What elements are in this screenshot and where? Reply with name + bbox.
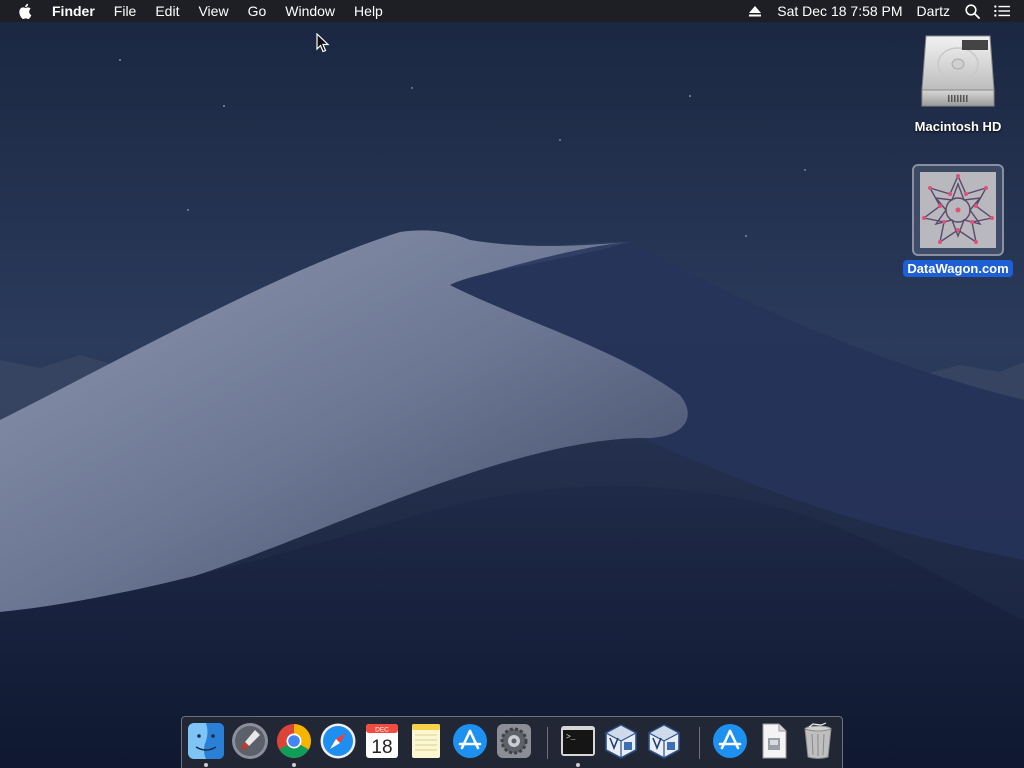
dock-item-app-store[interactable]	[451, 722, 489, 760]
dock-item-document[interactable]	[755, 722, 793, 760]
virtualbox-vm-icon	[647, 724, 681, 759]
dock-item-system-preferences[interactable]	[495, 722, 533, 760]
eject-icon[interactable]	[749, 5, 763, 17]
dock-item-chrome[interactable]	[275, 722, 313, 767]
menu-help[interactable]: Help	[354, 0, 383, 22]
dock-item-notes[interactable]	[407, 722, 445, 760]
dock-item-trash[interactable]	[799, 722, 837, 760]
notes-icon	[412, 724, 440, 758]
chrome-icon	[277, 724, 311, 758]
datawagon-icon	[920, 172, 996, 248]
desktop-wallpaper	[0, 0, 1024, 768]
app-store-icon	[453, 724, 487, 758]
running-indicator	[204, 763, 208, 767]
dock-item-safari[interactable]	[319, 722, 357, 760]
dock-item-calendar[interactable]: DEC 18	[363, 722, 401, 760]
virtualbox-icon	[604, 724, 638, 759]
menu-extras: Sat Dec 18 7:58 PM Dartz	[749, 0, 1024, 22]
system-preferences-icon	[497, 724, 531, 758]
dock-separator	[699, 727, 700, 759]
menu-go[interactable]: Go	[248, 0, 267, 22]
desktop-icon-label: Macintosh HD	[914, 119, 1002, 134]
calendar-icon: DEC 18	[366, 724, 398, 758]
downloads-icon	[713, 724, 747, 758]
menu-window[interactable]: Window	[285, 0, 335, 22]
running-indicator	[576, 763, 580, 767]
menu-view[interactable]: View	[198, 0, 228, 22]
running-indicator	[292, 763, 296, 767]
dock: DEC 18 >_	[181, 716, 843, 768]
dock-item-terminal[interactable]: >_	[559, 722, 597, 767]
menu-bar: Finder File Edit View Go Window Help Sat…	[0, 0, 1024, 22]
dock-item-virtualbox-vm[interactable]	[645, 722, 683, 760]
finder-icon	[188, 723, 224, 759]
menu-edit[interactable]: Edit	[155, 0, 179, 22]
document-icon	[762, 723, 787, 759]
dock-item-finder[interactable]	[187, 722, 225, 767]
calendar-month: DEC	[375, 727, 389, 734]
trash-icon	[804, 722, 832, 759]
menu-clock[interactable]: Sat Dec 18 7:58 PM	[777, 3, 902, 19]
desktop-icon-macintosh-hd[interactable]: Macintosh HD	[903, 30, 1013, 136]
terminal-icon: >_	[561, 726, 595, 756]
hard-drive-icon	[921, 35, 995, 107]
launchpad-icon	[232, 723, 268, 759]
notification-center-icon[interactable]	[994, 3, 1010, 19]
calendar-day: 18	[371, 737, 392, 758]
menu-app-name[interactable]: Finder	[52, 0, 95, 22]
menu-file[interactable]: File	[114, 0, 137, 22]
dock-item-virtualbox[interactable]	[602, 722, 640, 760]
selection-highlight	[912, 164, 1004, 256]
apple-menu-icon[interactable]	[18, 3, 38, 19]
spotlight-search-icon[interactable]	[964, 3, 980, 19]
terminal-prompt: >_	[566, 733, 576, 742]
desktop-icon-datawagon[interactable]: DataWagon.com	[903, 164, 1013, 278]
dock-item-launchpad[interactable]	[231, 722, 269, 760]
mouse-cursor-icon	[316, 33, 330, 53]
dock-separator	[547, 727, 548, 759]
menu-user[interactable]: Dartz	[917, 3, 950, 19]
dock-item-downloads[interactable]	[711, 722, 749, 760]
safari-icon	[320, 723, 356, 759]
desktop-icon-label: DataWagon.com	[903, 260, 1013, 277]
